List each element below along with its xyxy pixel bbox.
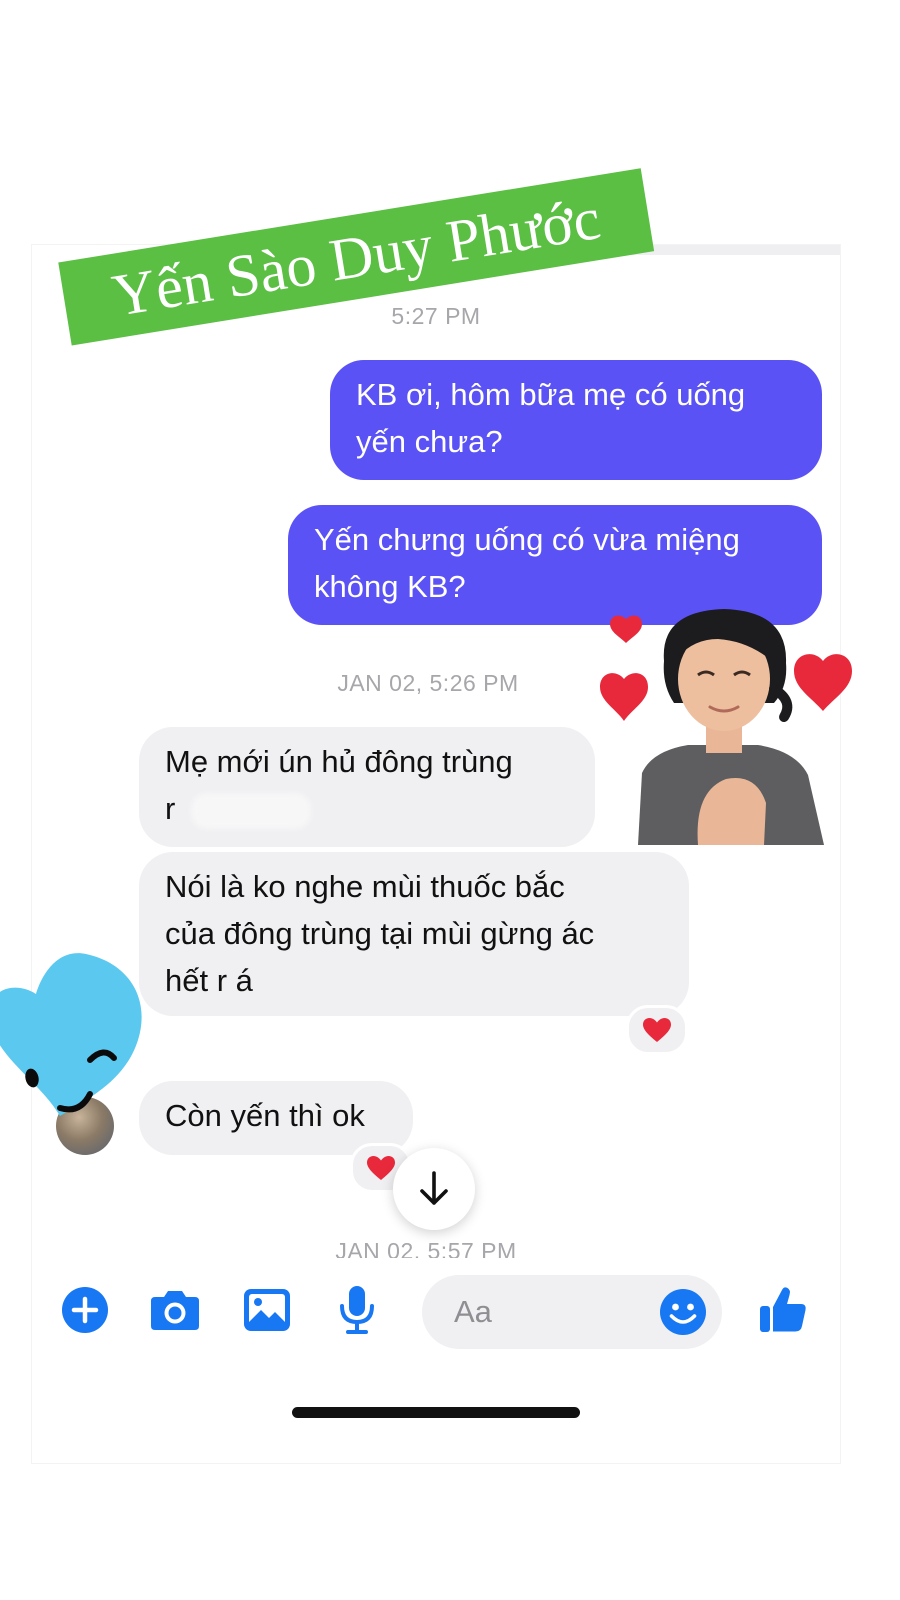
emoji-button[interactable] (656, 1285, 710, 1339)
arrow-down-icon (420, 1171, 448, 1205)
avatar-sticker (598, 605, 860, 845)
heart-icon (643, 1018, 671, 1042)
microphone-icon (340, 1286, 374, 1334)
redacted-text (191, 793, 311, 829)
message-line: KB ơi, hôm bữa mẹ có uống (356, 377, 746, 412)
incoming-message[interactable]: Mẹ mới ún hủ đông trùng r (139, 727, 595, 847)
heart-reaction[interactable] (626, 1005, 688, 1055)
plus-icon (62, 1287, 108, 1333)
camera-icon (151, 1291, 199, 1330)
message-input[interactable]: Aa (422, 1275, 722, 1349)
heart-sticker-icon (0, 953, 142, 1116)
home-indicator (292, 1407, 580, 1418)
incoming-message[interactable]: Nói là ko nghe mùi thuốc bắc của đông tr… (139, 852, 689, 1016)
message-line: hết r á (165, 963, 253, 998)
like-button[interactable] (756, 1283, 810, 1337)
camera-button[interactable] (148, 1283, 202, 1337)
more-actions-button[interactable] (58, 1283, 112, 1337)
gallery-button[interactable] (240, 1283, 294, 1337)
voice-button[interactable] (330, 1283, 384, 1337)
messenger-screen: 5:27 PM KB ơi, hôm bữa mẹ có uống yến ch… (32, 245, 840, 1463)
message-composer: Aa (32, 1265, 840, 1355)
blue-heart-sticker (0, 950, 150, 1120)
message-line: của đông trùng tại mùi gừng ác (165, 916, 595, 951)
message-line: yến chưa? (356, 424, 503, 459)
timestamp-bottom: JAN 02, 5:57 PM (335, 1238, 517, 1258)
message-line: Nói là ko nghe mùi thuốc bắc (165, 869, 565, 904)
outgoing-message[interactable]: KB ơi, hôm bữa mẹ có uống yến chưa? (330, 360, 822, 480)
avatar-sticker-art (600, 609, 852, 845)
message-line: Yến chưng uống có vừa miệng (314, 522, 740, 557)
thumbs-up-icon (760, 1287, 806, 1332)
message-line: Còn yến thì ok (165, 1098, 365, 1133)
message-line: Mẹ mới ún hủ đông trùng (165, 744, 513, 779)
message-line: không KB? (314, 569, 466, 604)
message-input-placeholder: Aa (454, 1294, 492, 1329)
heart-icon (367, 1156, 395, 1180)
image-icon (244, 1289, 290, 1331)
smile-icon (660, 1289, 706, 1335)
scroll-to-bottom-button[interactable] (393, 1148, 475, 1230)
